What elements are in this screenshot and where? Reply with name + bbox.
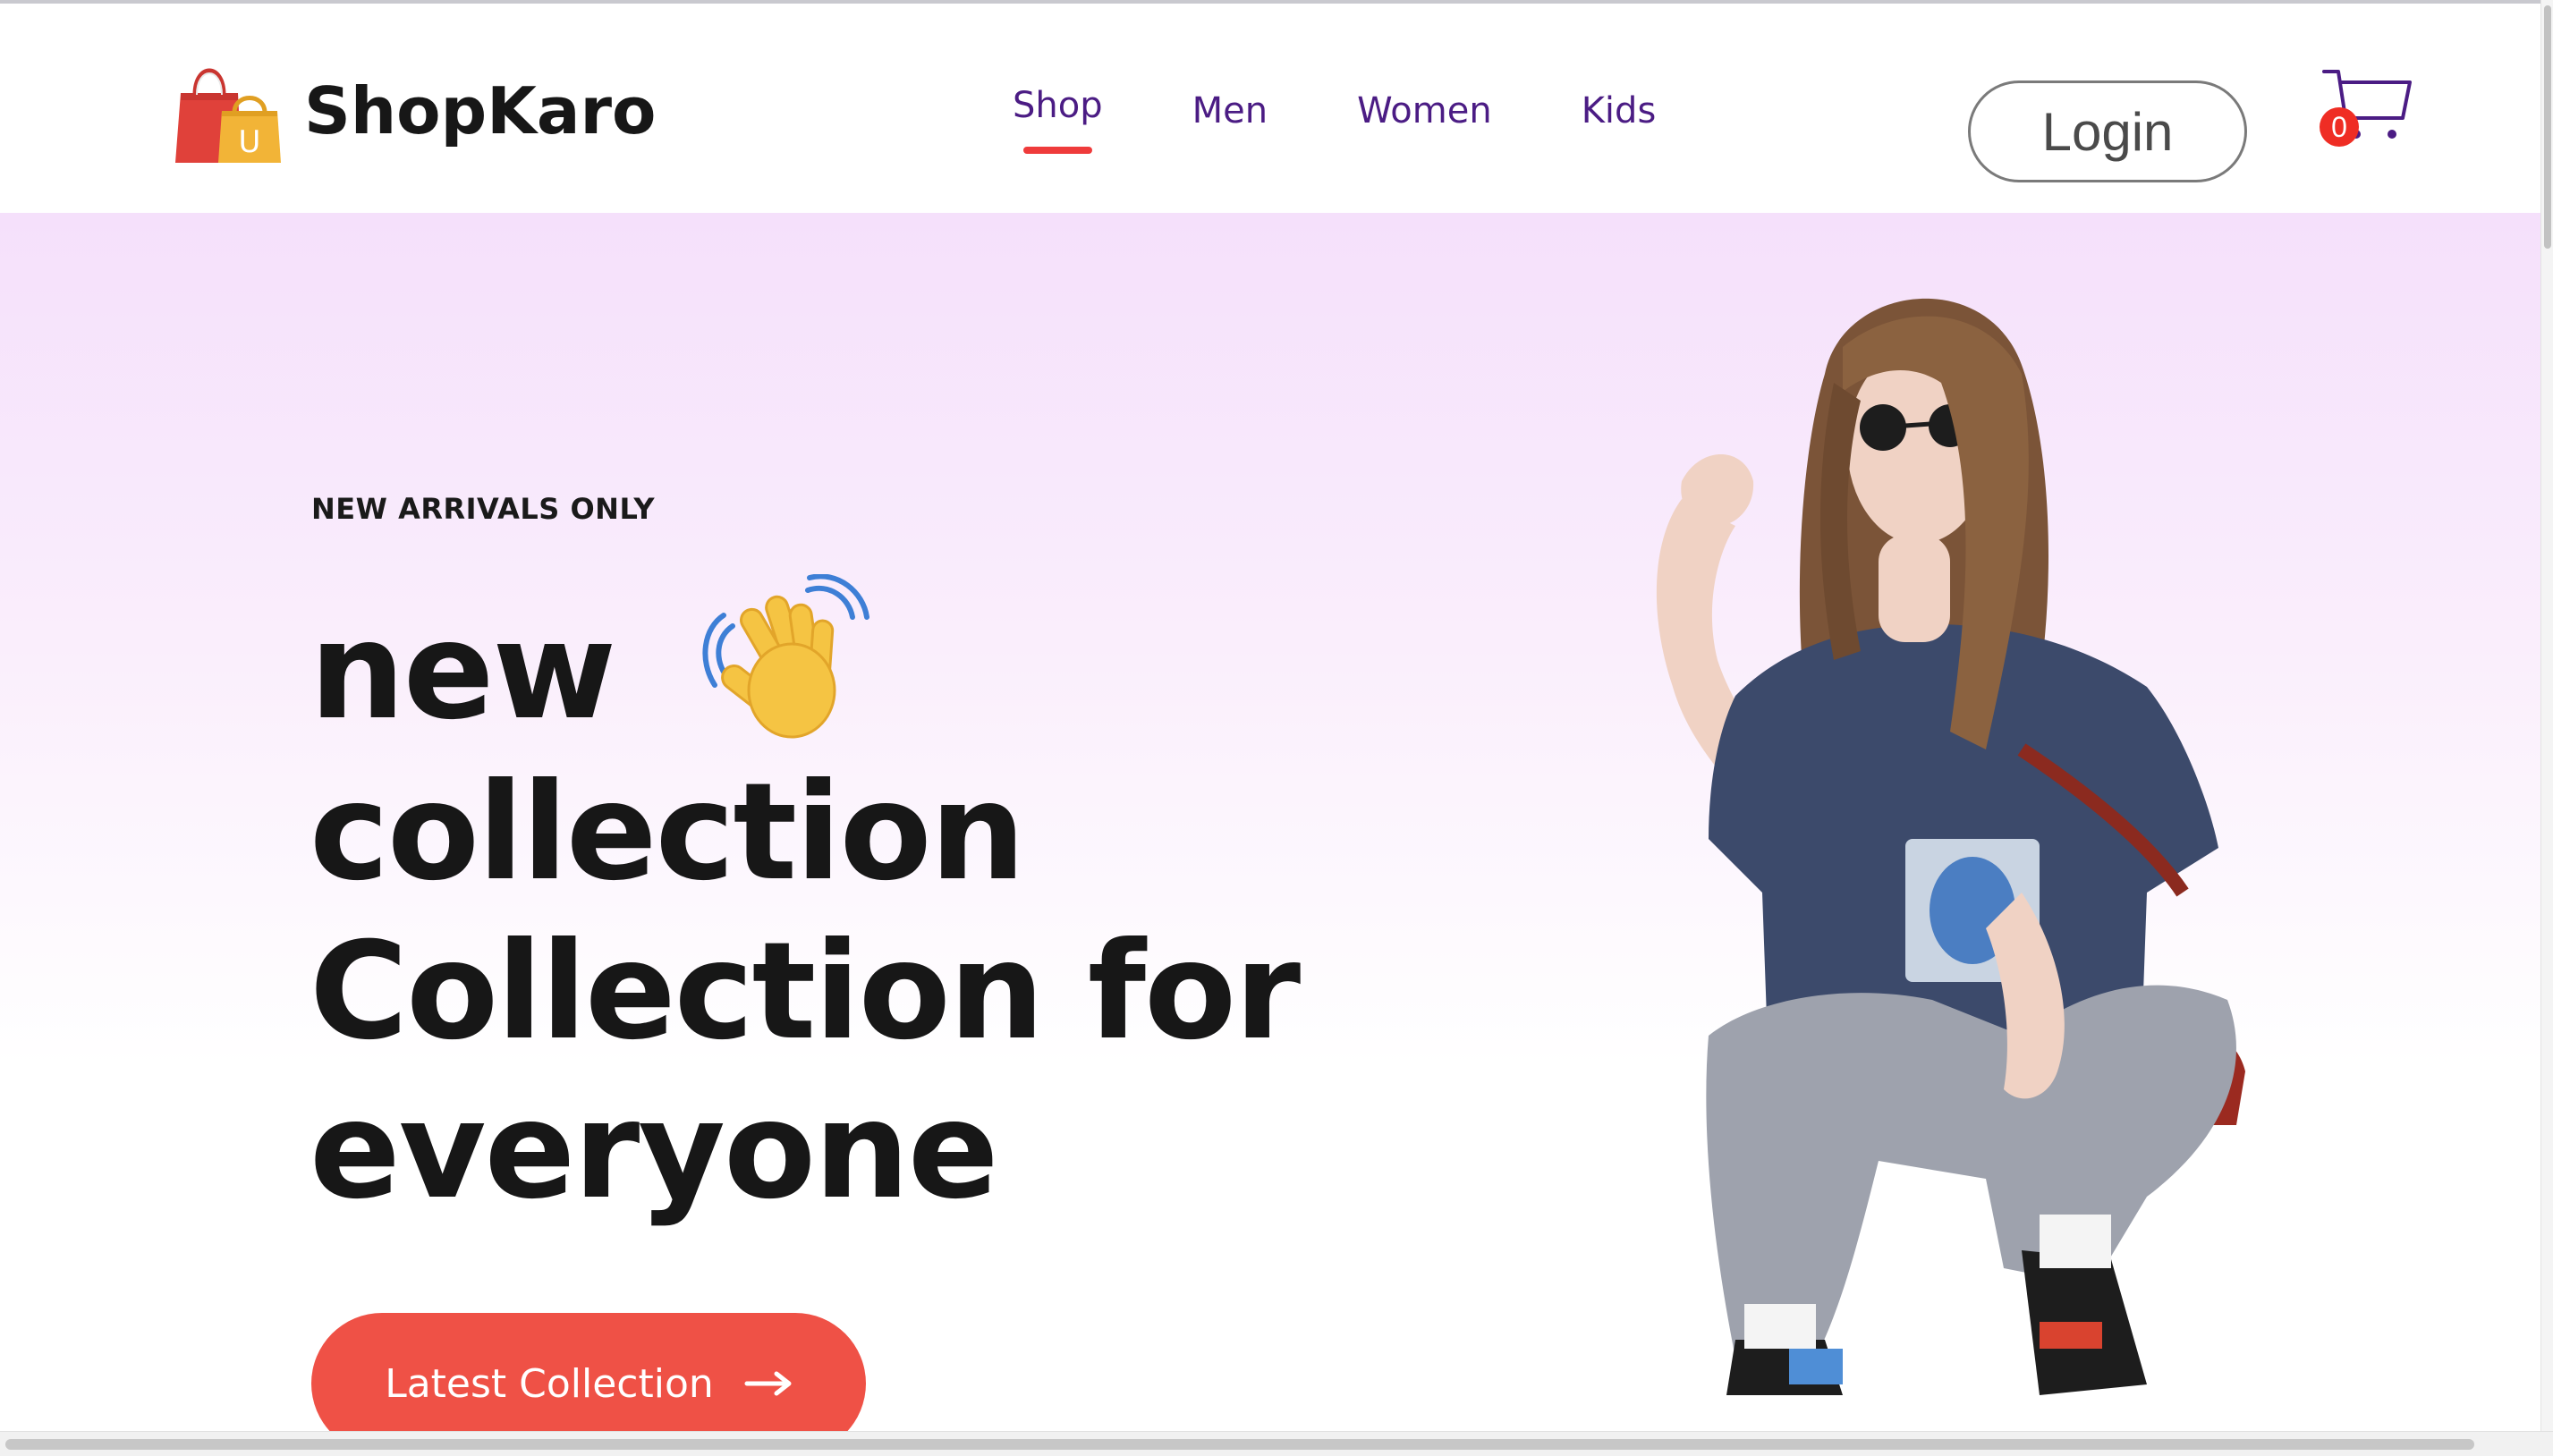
brand[interactable]: U ShopKaro	[172, 57, 656, 165]
logo-letter: U	[239, 124, 261, 160]
headline-line-3: Collection for	[310, 914, 1301, 1070]
nav-item-men[interactable]: Men	[1192, 75, 1268, 156]
nav-item-women[interactable]: Women	[1357, 75, 1492, 156]
horizontal-scrollbar-thumb[interactable]	[5, 1439, 2474, 1450]
active-nav-underline	[1023, 147, 1092, 154]
headline-line-4: everyone	[310, 1073, 999, 1229]
hero-eyebrow: NEW ARRIVALS ONLY	[311, 492, 656, 526]
nav-item-kids[interactable]: Kids	[1582, 75, 1657, 156]
hero-headline: new collection Collection for everyone	[310, 574, 1301, 1231]
headline-word-new: new	[310, 594, 616, 749]
model-photo	[1656, 298, 2245, 1395]
waving-hand-icon	[702, 574, 870, 739]
nav-item-shop[interactable]: Shop	[1013, 70, 1103, 154]
cta-label: Latest Collection	[385, 1360, 714, 1407]
headline-line-1: new	[310, 574, 1299, 753]
arrow-right-icon	[744, 1371, 792, 1396]
nav-item-label: Shop	[1013, 85, 1103, 126]
page: U ShopKaro Shop Men Women Kids Login 0 N…	[0, 0, 2553, 1456]
shopping-bags-icon: U	[175, 68, 281, 163]
nav-item-label: Women	[1357, 90, 1492, 131]
nav-item-label: Men	[1192, 90, 1268, 131]
headline-line-2: collection	[310, 755, 1025, 910]
navbar: U ShopKaro Shop Men Women Kids Login 0	[0, 4, 2540, 213]
nav-item-label: Kids	[1581, 90, 1657, 131]
vertical-scrollbar[interactable]	[2540, 0, 2553, 1443]
hero-section: NEW ARRIVALS ONLY new collection Collect…	[0, 213, 2540, 1431]
cart-count-badge: 0	[2320, 107, 2359, 147]
brand-name: ShopKaro	[304, 73, 657, 148]
login-button[interactable]: Login	[1968, 80, 2247, 182]
horizontal-scrollbar[interactable]	[0, 1431, 2553, 1456]
latest-collection-button[interactable]: Latest Collection	[311, 1313, 866, 1431]
main-nav: Shop Men Women Kids	[1013, 75, 1745, 156]
vertical-scrollbar-thumb[interactable]	[2544, 5, 2551, 249]
